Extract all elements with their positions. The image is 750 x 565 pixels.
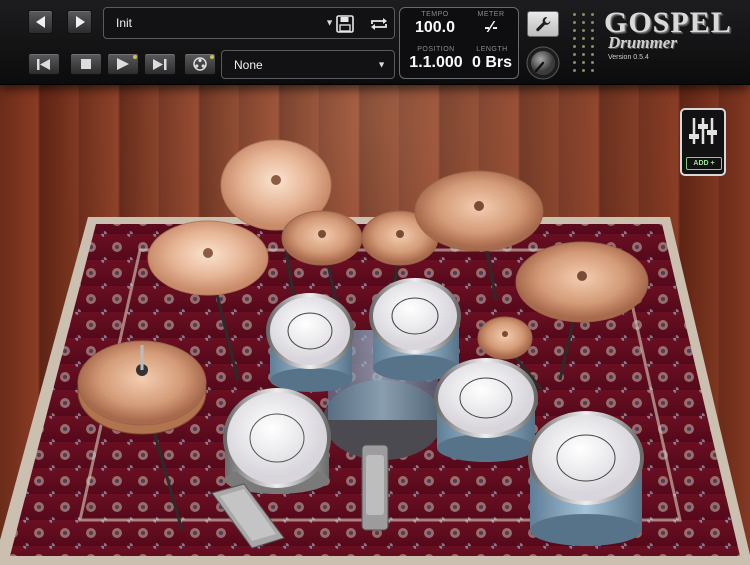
position-value: 1.1.000 [409,54,463,71]
rack-tom-1[interactable] [266,293,354,392]
master-volume-knob[interactable] [526,46,560,80]
hihat-cymbal[interactable] [77,340,207,435]
led-dot [591,69,594,72]
led-dot [573,45,576,48]
stop-button[interactable] [70,53,102,75]
reel-button[interactable] [184,53,216,75]
previous-preset-button[interactable] [28,10,53,34]
led-dot [591,53,594,56]
top-toolbar: Init ▼ None ▼ TEMPO 100.0 METER -∕- POSI… [0,0,750,85]
small-splash-cymbal[interactable] [477,316,533,360]
pattern-name: None [234,57,263,72]
meter-display[interactable]: METER -∕- [466,11,516,37]
volume-knob-icon [526,46,560,84]
play-led [133,55,137,59]
gospel-drummer-window: Init ▼ None ▼ TEMPO 100.0 METER -∕- POSI… [0,0,750,565]
position-display: POSITION 1.1.000 [402,46,470,72]
chevron-down-icon: ▼ [377,59,386,69]
crash-cymbal-right[interactable] [414,170,544,252]
rewind-icon [37,58,51,70]
mixer-sliders-icon [689,116,717,151]
preset-name: Init [116,16,133,30]
led-dot [582,45,585,48]
mixer-button[interactable]: ADD + [680,108,726,176]
reel-led [210,55,214,59]
play-icon [117,58,129,70]
led-dot [573,53,576,56]
chevron-down-icon: ▼ [325,17,334,28]
tempo-value: 100.0 [414,19,456,36]
pattern-selector[interactable]: None ▼ [221,50,395,79]
led-dot [573,21,576,24]
led-dot [573,69,576,72]
wrench-icon [534,15,552,33]
arrow-left-icon [35,16,46,28]
length-display: LENGTH 0 Brs [468,46,516,72]
led-dot [591,29,594,32]
led-dot [591,45,594,48]
led-dot [591,37,594,40]
version-label: Version 0.5.4 [608,54,649,61]
led-dot [591,13,594,16]
settings-button[interactable] [527,11,559,37]
led-dot [591,21,594,24]
gospel-drummer-logo: GOSPEL Drummer Version 0.5.4 [604,8,744,76]
led-dot [582,21,585,24]
floor-tom-1[interactable] [434,358,538,462]
led-dot [582,37,585,40]
snare-drum[interactable] [223,388,331,494]
kick-pedal[interactable] [361,444,389,531]
loop-icon [369,18,389,36]
led-dot [573,37,576,40]
floppy-disk-icon [336,15,354,36]
led-dot [573,13,576,16]
add-track-button[interactable]: ADD + [686,157,722,170]
reel-icon [193,57,207,71]
led-dot [582,53,585,56]
led-dot [573,61,576,64]
length-label: LENGTH [476,46,508,53]
length-value: 0 Brs [471,54,513,71]
tempo-label: TEMPO [421,11,449,18]
led-dot [582,29,585,32]
led-dots-decoration [573,13,597,75]
led-dot [573,29,576,32]
arrow-right-icon [75,16,85,28]
transport-info-panel: TEMPO 100.0 METER -∕- POSITION 1.1.000 L… [399,7,519,79]
drum-kit-stage [0,139,750,565]
rewind-button[interactable] [28,53,60,75]
ride-cymbal[interactable] [515,241,649,323]
tempo-display[interactable]: TEMPO 100.0 [404,11,466,37]
led-dot [582,69,585,72]
next-preset-button[interactable] [67,10,92,34]
led-dot [582,13,585,16]
led-dot [591,61,594,64]
meter-label: METER [477,11,505,18]
preset-selector[interactable]: Init ▼ [103,7,395,39]
floor-tom-2[interactable] [528,411,644,546]
rack-tom-2[interactable] [369,278,461,381]
skip-forward-button[interactable] [144,53,176,75]
stop-icon [81,59,91,69]
position-label: POSITION [417,46,455,53]
preset-save-button[interactable] [336,15,354,36]
splash-cymbal-1[interactable] [281,210,363,266]
crash-cymbal-left[interactable] [147,220,269,296]
meter-value: -∕- [484,19,498,36]
led-dot [582,61,585,64]
skip-forward-icon [153,58,167,70]
play-button[interactable] [107,53,139,75]
loop-toggle-button[interactable] [369,15,389,36]
